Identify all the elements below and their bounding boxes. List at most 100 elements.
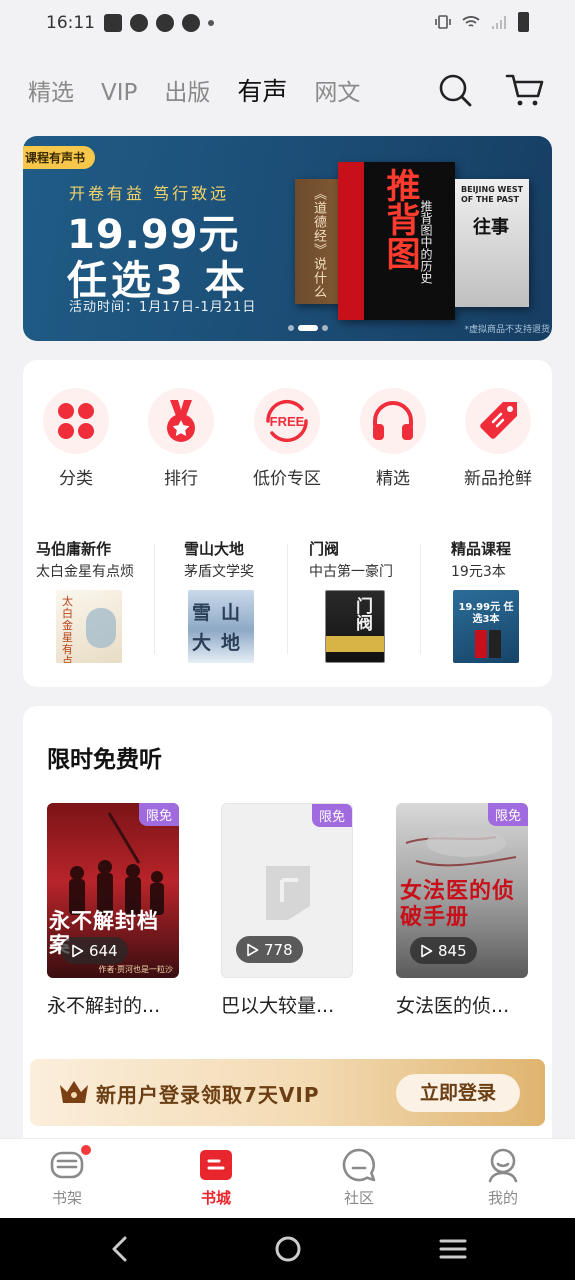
bottom-tab-profile[interactable]: 我的 <box>468 1147 538 1208</box>
community-chat-icon <box>341 1147 377 1183</box>
audiobook-cover: 限免 778 <box>221 803 353 978</box>
audiobook-cover: 女法医的侦破手册 限免 845 <box>396 803 528 978</box>
headphones-icon <box>360 388 426 454</box>
play-icon <box>421 944 433 957</box>
bottom-tab-label: 书城 <box>200 1189 231 1207</box>
system-navigation-bar <box>0 1218 575 1280</box>
vip-promo-text: 新用户登录领取7天VIP <box>96 1083 320 1107</box>
limited-free-badge: 限免 <box>138 803 179 826</box>
play-count: 778 <box>236 936 303 963</box>
limited-free-badge: 限免 <box>487 803 528 826</box>
free-badge-icon: FREE <box>254 388 320 454</box>
back-icon[interactable] <box>106 1234 136 1264</box>
more-notifications-icon <box>208 20 214 26</box>
audiobook-item[interactable]: 限免 778 巴以大较量... <box>221 803 353 1018</box>
banner-tag: 课程有声书 <box>23 146 96 169</box>
play-count: 845 <box>410 937 477 964</box>
notification-dot <box>81 1145 91 1155</box>
promo-subtitle: 太白金星有点烦 <box>36 564 134 580</box>
audiobook-cover-author: 作者·贾河也是一粒沙 <box>98 965 173 974</box>
play-icon <box>72 944 84 957</box>
promo-item[interactable]: 门阀 中古第一豪门 门阀 <box>309 538 419 666</box>
bottom-tab-label: 社区 <box>343 1189 374 1207</box>
notification-icon <box>130 14 148 32</box>
price-tag-icon <box>465 388 531 454</box>
divider <box>420 544 421 654</box>
audiobook-item[interactable]: 永不解封档案 作者·贾河也是一粒沙 限免 644 永不解封的... <box>47 803 179 1018</box>
promo-banner[interactable]: 课程有声书 开卷有益 笃行致远 19.99元 任选3 本 活动时间：1月17日-… <box>23 136 552 341</box>
promo-cover-title: 19.99元 任选3本 <box>458 602 514 625</box>
banner-book-cover: BEIJING WEST OF THE PAST 往事 <box>455 179 529 307</box>
profile-icon <box>485 1147 521 1183</box>
play-count-value: 778 <box>264 940 293 959</box>
cart-icon[interactable] <box>505 72 545 108</box>
carousel-dot-active <box>298 325 318 331</box>
search-icon[interactable] <box>437 72 473 108</box>
audiobook-cover: 永不解封档案 作者·贾河也是一粒沙 限免 644 <box>47 803 179 978</box>
bookshelf-icon <box>49 1145 91 1183</box>
promo-cover-title: 雪山大地 <box>192 602 251 654</box>
banner-book-title: 往事 <box>473 217 509 238</box>
promo-cover-title: 门阀 <box>352 597 372 631</box>
entry-label: 低价专区 <box>253 469 321 489</box>
play-count-value: 644 <box>89 941 118 960</box>
play-count: 644 <box>61 937 128 964</box>
entry-category[interactable]: 分类 <box>31 388 121 489</box>
banner-period: 活动时间：1月17日-1月21日 <box>69 300 257 315</box>
login-button[interactable]: 立即登录 <box>396 1074 520 1112</box>
home-icon[interactable] <box>273 1234 303 1264</box>
tab-featured[interactable]: 精选 <box>28 73 74 107</box>
entry-label: 精选 <box>376 469 410 489</box>
notification-icon <box>104 14 122 32</box>
tab-audio[interactable]: 有声 <box>237 72 287 108</box>
promo-item[interactable]: 马伯庸新作 太白金星有点烦 太白金星有点烦 <box>36 538 156 666</box>
tab-vip[interactable]: VIP <box>101 80 137 106</box>
bottom-tab-label: 书架 <box>51 1189 82 1207</box>
entry-low-price[interactable]: FREE 低价专区 <box>242 388 332 489</box>
limited-free-badge: 限免 <box>311 804 352 827</box>
tab-publishing[interactable]: 出版 <box>164 73 210 107</box>
banner-book-title: 《道德经》说什么 <box>311 187 326 299</box>
crown-icon <box>60 1081 88 1103</box>
audiobook-cover-title: 女法医的侦破手册 <box>400 879 516 930</box>
promo-cover: 雪山大地 <box>188 590 254 663</box>
banner-slogan: 开卷有益 笃行致远 <box>69 184 230 203</box>
entry-curated[interactable]: 精选 <box>348 388 438 489</box>
entry-ranking[interactable]: 排行 <box>136 388 226 489</box>
notification-icon <box>156 14 174 32</box>
entry-new-arrivals[interactable]: 新品抢鲜 <box>453 388 543 489</box>
promo-subtitle: 茅盾文学奖 <box>184 564 254 580</box>
bottom-tab-label: 我的 <box>487 1189 518 1207</box>
promo-cover: 19.99元 任选3本 <box>453 590 519 663</box>
bottom-tab-bookshelf[interactable]: 书架 <box>32 1145 102 1208</box>
status-time: 16:11 <box>46 13 95 33</box>
vip-login-promo[interactable]: 新用户登录领取7天VIP 立即登录 <box>30 1059 545 1126</box>
promo-item[interactable]: 雪山大地 茅盾文学奖 雪山大地 <box>184 538 294 666</box>
tab-web-novels[interactable]: 网文 <box>314 73 360 107</box>
entry-label: 分类 <box>59 469 93 489</box>
bottom-tab-bar: 书架 书城 社区 我的 <box>0 1138 575 1218</box>
top-tabs: 精选 VIP 出版 有声 网文 <box>28 72 360 108</box>
promo-subtitle: 19元3本 <box>451 564 506 580</box>
carousel-dot <box>322 325 328 331</box>
wifi-icon <box>462 16 480 27</box>
audiobook-title: 女法医的侦... <box>396 995 510 1017</box>
audiobook-title: 永不解封的... <box>47 995 161 1017</box>
promo-cover: 太白金星有点烦 <box>56 590 122 663</box>
recents-menu-icon[interactable] <box>438 1234 468 1264</box>
bottom-tab-community[interactable]: 社区 <box>324 1147 394 1208</box>
status-bar: 16:11 <box>0 0 575 48</box>
promo-subtitle: 中古第一豪门 <box>309 564 393 580</box>
bottom-tab-bookstore[interactable]: 书城 <box>181 1147 251 1208</box>
play-icon <box>247 943 259 956</box>
promo-title: 门阀 <box>309 540 340 558</box>
promo-cover-title: 太白金星有点烦 <box>62 595 73 664</box>
audiobook-title: 巴以大较量... <box>221 995 335 1017</box>
entry-label: 新品抢鲜 <box>464 469 532 489</box>
battery-icon <box>518 12 529 32</box>
category-icon <box>43 388 109 454</box>
promo-item[interactable]: 精品课程 19元3本 19.99元 任选3本 <box>451 538 551 666</box>
divider <box>287 544 288 654</box>
audiobook-item[interactable]: 女法医的侦破手册 限免 845 女法医的侦... <box>396 803 528 1018</box>
ranking-medal-icon <box>148 388 214 454</box>
